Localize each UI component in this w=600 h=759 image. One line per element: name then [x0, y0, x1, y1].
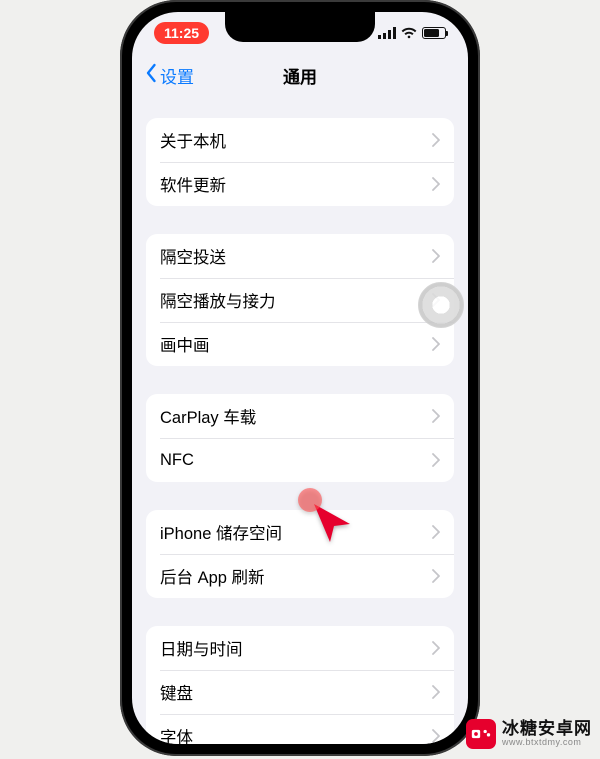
watermark-url: www.btxtdmy.com	[502, 738, 592, 747]
watermark-logo-icon	[466, 719, 496, 749]
phone-frame: 11:25 设置 通用 关于本机软件更新隔空投送隔空播放与	[120, 0, 480, 756]
settings-row[interactable]: 字体	[146, 714, 454, 744]
chevron-right-icon	[432, 641, 440, 655]
settings-row-label: 隔空投送	[160, 244, 432, 268]
chevron-right-icon	[432, 249, 440, 263]
settings-row-label: 后台 App 刷新	[160, 564, 432, 588]
chevron-right-icon	[432, 729, 440, 743]
settings-row[interactable]: 画中画	[146, 322, 454, 366]
watermark-title: 冰糖安卓网	[502, 720, 592, 738]
settings-row-label: 键盘	[160, 680, 432, 704]
settings-row[interactable]: 隔空播放与接力	[146, 278, 454, 322]
settings-row[interactable]: 隔空投送	[146, 234, 454, 278]
settings-group: 关于本机软件更新	[146, 118, 454, 206]
settings-row-label: iPhone 储存空间	[160, 520, 432, 544]
battery-icon	[422, 27, 446, 39]
settings-group: 日期与时间键盘字体语言与地区词典	[146, 626, 454, 744]
chevron-left-icon	[144, 63, 158, 88]
phone-screen: 11:25 设置 通用 关于本机软件更新隔空投送隔空播放与	[132, 12, 468, 744]
assistive-touch-button[interactable]	[418, 282, 464, 328]
settings-row-label: 画中画	[160, 332, 432, 356]
status-time: 11:25	[154, 22, 209, 44]
chevron-right-icon	[432, 685, 440, 699]
chevron-right-icon	[432, 569, 440, 583]
chevron-right-icon	[432, 409, 440, 423]
settings-row-label: 字体	[160, 724, 432, 744]
chevron-right-icon	[432, 337, 440, 351]
settings-group: iPhone 储存空间后台 App 刷新	[146, 510, 454, 598]
settings-row[interactable]: 关于本机	[146, 118, 454, 162]
back-label: 设置	[160, 63, 194, 88]
settings-row[interactable]: CarPlay 车载	[146, 394, 454, 438]
cellular-signal-icon	[378, 27, 396, 39]
settings-row-label: NFC	[160, 451, 432, 470]
wifi-icon	[401, 27, 417, 39]
settings-list[interactable]: 关于本机软件更新隔空投送隔空播放与接力画中画 CarPlay 车载 NFC iPhon…	[132, 118, 468, 744]
site-watermark: 冰糖安卓网 www.btxtdmy.com	[466, 719, 592, 749]
nav-bar: 设置 通用	[132, 54, 468, 96]
settings-row[interactable]: 软件更新	[146, 162, 454, 206]
settings-row[interactable]: NFC	[146, 438, 454, 482]
settings-row-label: 隔空播放与接力	[160, 288, 432, 312]
settings-row-label: 日期与时间	[160, 636, 432, 660]
settings-row[interactable]: 日期与时间	[146, 626, 454, 670]
settings-row-label: 关于本机	[160, 128, 432, 152]
annotation-pointer	[310, 500, 354, 549]
settings-group: 隔空投送隔空播放与接力画中画	[146, 234, 454, 366]
settings-group: CarPlay 车载 NFC	[146, 394, 454, 482]
chevron-right-icon	[432, 133, 440, 147]
chevron-right-icon	[432, 177, 440, 191]
settings-row[interactable]: 后台 App 刷新	[146, 554, 454, 598]
settings-row-label: CarPlay 车载	[160, 404, 432, 428]
chevron-right-icon	[432, 525, 440, 539]
settings-row[interactable]: iPhone 储存空间	[146, 510, 454, 554]
notch	[225, 12, 375, 42]
back-button[interactable]: 设置	[144, 63, 194, 88]
settings-row[interactable]: 键盘	[146, 670, 454, 714]
chevron-right-icon	[432, 453, 440, 467]
settings-row-label: 软件更新	[160, 172, 432, 196]
